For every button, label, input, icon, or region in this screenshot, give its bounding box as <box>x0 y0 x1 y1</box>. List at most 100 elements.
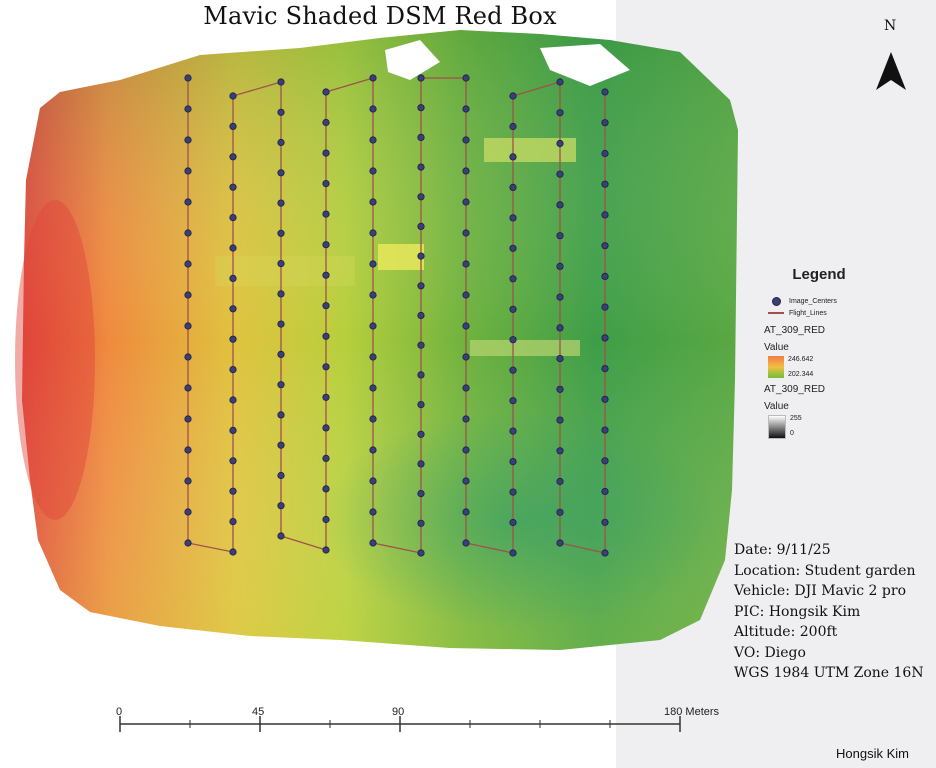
image-center-point <box>229 274 237 282</box>
image-center-point <box>509 214 517 222</box>
image-center-point <box>556 354 564 363</box>
dsm-hot-area <box>15 200 95 520</box>
image-center-point <box>277 441 285 449</box>
legend-item-image-centers: Image_Centers <box>764 295 884 307</box>
image-center-point <box>509 305 517 313</box>
image-center-point <box>229 335 237 343</box>
image-center-point <box>322 88 330 96</box>
image-center-point <box>417 489 425 498</box>
image-center-point <box>462 477 470 485</box>
image-center-point <box>322 302 330 310</box>
image-center-point <box>277 381 285 389</box>
image-center-point <box>277 502 285 510</box>
image-center-point <box>277 259 285 268</box>
image-center-point <box>229 92 237 100</box>
image-center-point <box>509 488 517 496</box>
image-center-point <box>509 153 517 161</box>
image-center-point <box>509 336 517 344</box>
info-altitude: Altitude: 200ft <box>734 624 838 640</box>
image-center-point <box>556 201 564 209</box>
image-center-point <box>556 416 564 424</box>
image-center-point <box>509 92 517 100</box>
image-center-point <box>417 371 425 379</box>
image-center-point <box>417 163 425 171</box>
image-center-point <box>229 214 237 222</box>
image-center-point <box>369 508 377 516</box>
image-center-point <box>369 260 377 268</box>
image-center-point <box>462 198 470 206</box>
image-center-point <box>601 395 609 403</box>
image-center-point <box>184 229 192 237</box>
image-center-point <box>322 210 330 218</box>
image-center-point <box>184 198 192 206</box>
image-center-point <box>184 260 192 268</box>
ramp-high-label: 246.642 <box>788 356 814 363</box>
image-center-point <box>462 539 470 547</box>
image-center-point <box>556 78 564 86</box>
image-center-point <box>509 244 517 252</box>
image-center-point <box>601 149 609 158</box>
image-center-point <box>556 508 564 516</box>
image-center-point <box>277 108 285 116</box>
legend: Legend Image_Centers Flight_Lines AT_309… <box>764 266 884 439</box>
image-center-point <box>509 275 517 283</box>
image-center-point <box>417 252 425 260</box>
image-center-point <box>462 291 470 299</box>
image-center-point <box>277 350 285 358</box>
image-center-point <box>229 244 237 252</box>
image-center-point <box>184 291 192 299</box>
scale-label-90: 90 <box>392 706 405 718</box>
image-center-point <box>601 487 609 496</box>
image-center-point <box>184 353 192 361</box>
image-center-point <box>369 415 377 423</box>
legend-layer-name: AT_309_RED <box>764 325 825 336</box>
legend-value-header: Value <box>764 401 789 412</box>
image-center-point <box>556 385 564 393</box>
info-vo: VO: Diego <box>734 644 806 661</box>
image-center-point <box>509 183 517 191</box>
image-center-point <box>509 549 517 557</box>
image-center-point <box>277 532 285 540</box>
ramp-low-label: 202.344 <box>788 371 814 378</box>
ramp-low-label: 0 <box>790 430 794 437</box>
image-center-point <box>462 353 470 361</box>
image-center-point <box>369 322 377 330</box>
north-label: N <box>884 18 897 34</box>
image-center-point <box>509 457 517 466</box>
image-center-point <box>369 353 377 361</box>
line-symbol-icon <box>768 312 784 314</box>
info-date: Date: 9/11/25 <box>734 542 831 558</box>
dsm-structure <box>470 340 580 356</box>
image-center-point <box>601 242 609 250</box>
dsm-structure <box>378 244 424 270</box>
image-center-point <box>229 517 237 526</box>
image-center-point <box>369 105 377 113</box>
image-center-point <box>417 222 425 230</box>
image-center-point <box>556 109 564 117</box>
image-center-point <box>556 262 564 270</box>
info-pic: PIC: Hongsik Kim <box>734 603 861 620</box>
image-center-point <box>369 136 377 144</box>
image-center-point <box>509 518 517 527</box>
image-center-point <box>462 508 470 516</box>
scale-label-45: 45 <box>252 706 265 718</box>
image-center-point <box>417 549 425 557</box>
image-center-point <box>509 397 517 405</box>
image-center-point <box>322 149 330 157</box>
legend-item-label: Flight_Lines <box>789 309 827 317</box>
image-center-point <box>322 546 330 554</box>
image-center-point <box>556 539 564 547</box>
image-center-point <box>417 104 425 112</box>
image-center-point <box>184 105 192 113</box>
image-center-point <box>417 193 425 201</box>
image-center-point <box>277 290 285 298</box>
image-center-point <box>417 400 425 409</box>
image-center-point <box>322 118 330 127</box>
flight-info: Date: 9/11/25 Location: Student garden V… <box>734 540 924 684</box>
image-center-point <box>184 477 192 485</box>
image-center-point <box>462 136 470 144</box>
image-center-point <box>601 518 609 526</box>
image-center-point <box>417 74 425 82</box>
info-location: Location: Student garden <box>734 562 916 579</box>
image-center-point <box>277 320 285 328</box>
